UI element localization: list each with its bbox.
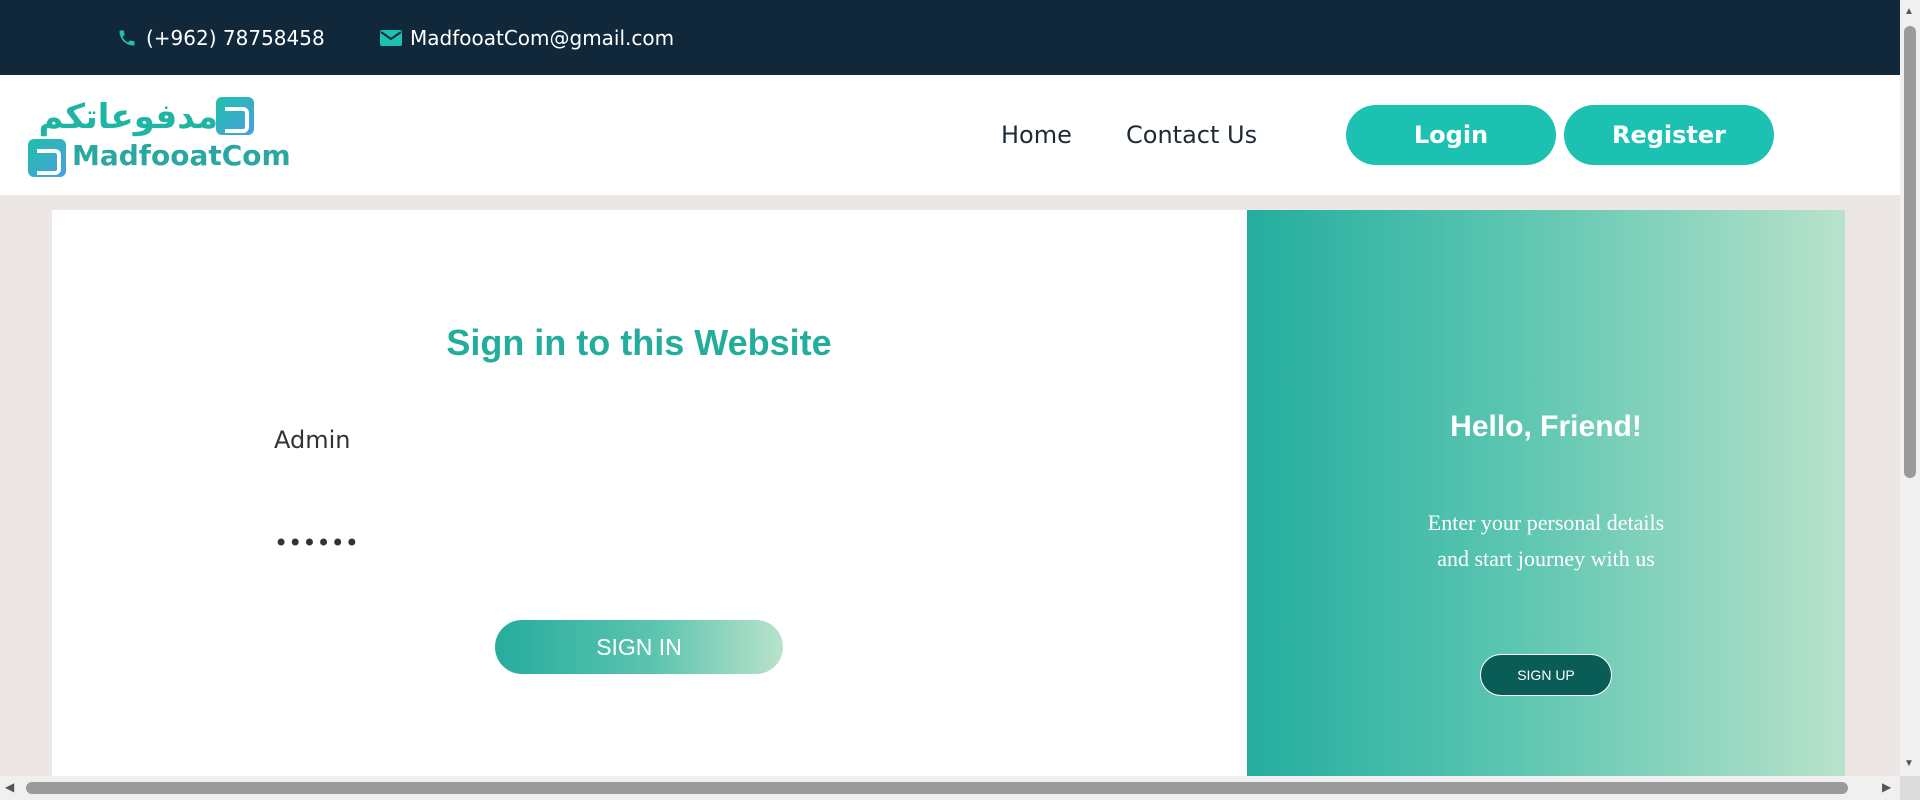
scroll-left-icon[interactable]: ◀ (5, 780, 14, 794)
email-contact: MadfooatCom@gmail.com (380, 0, 674, 75)
welcome-panel: Hello, Friend! Enter your personal detai… (1247, 210, 1845, 776)
welcome-heading: Hello, Friend! (1450, 410, 1642, 443)
signin-card: Sign in to this Website Admin •••••• SIG… (52, 210, 1247, 776)
nav-home[interactable]: Home (1001, 75, 1072, 195)
nav-contact-us[interactable]: Contact Us (1126, 75, 1257, 195)
signup-button[interactable]: SIGN UP (1480, 654, 1612, 696)
signin-button[interactable]: SIGN IN (495, 620, 783, 674)
scroll-up-icon[interactable]: ▲ (1904, 6, 1914, 17)
scroll-right-icon[interactable]: ▶ (1882, 780, 1891, 794)
register-button[interactable]: Register (1564, 105, 1774, 165)
email-address: MadfooatCom@gmail.com (410, 25, 675, 50)
madfooatcom-logo[interactable]: مدفوعاتكم MadfooatCom (28, 95, 291, 177)
vertical-scroll-thumb[interactable] (1904, 26, 1916, 478)
horizontal-scrollbar[interactable]: ◀ ▶ (0, 776, 1900, 800)
horizontal-scroll-thumb[interactable] (26, 782, 1848, 794)
scroll-down-icon[interactable]: ▼ (1904, 758, 1914, 769)
welcome-message-line1: Enter your personal details (1427, 510, 1665, 535)
welcome-message-line2: and start journey with us (1437, 546, 1655, 571)
scrollbar-corner (1900, 776, 1920, 800)
password-input[interactable]: •••••• (274, 518, 874, 568)
logo-mark-icon (28, 139, 66, 177)
phone-icon (116, 27, 138, 49)
top-contact-bar: (+962) 78758458 MadfooatCom@gmail.com (0, 0, 1900, 75)
vertical-scrollbar[interactable]: ▲ ▼ (1900, 0, 1920, 776)
logo-arabic-text: مدفوعاتكم (38, 97, 218, 137)
login-button[interactable]: Login (1346, 105, 1556, 165)
logo-english-text: MadfooatCom (72, 139, 291, 172)
username-input[interactable]: Admin (274, 415, 874, 465)
phone-number: (+962) 78758458 (146, 25, 325, 50)
logo-mark-icon (216, 97, 254, 135)
envelope-icon (380, 27, 402, 49)
phone-contact: (+962) 78758458 (116, 0, 325, 75)
signin-title: Sign in to this Website (446, 322, 832, 363)
main-navbar: مدفوعاتكم MadfooatCom Home Contact Us Lo… (0, 75, 1900, 195)
welcome-message: Enter your personal details and start jo… (1396, 505, 1696, 577)
